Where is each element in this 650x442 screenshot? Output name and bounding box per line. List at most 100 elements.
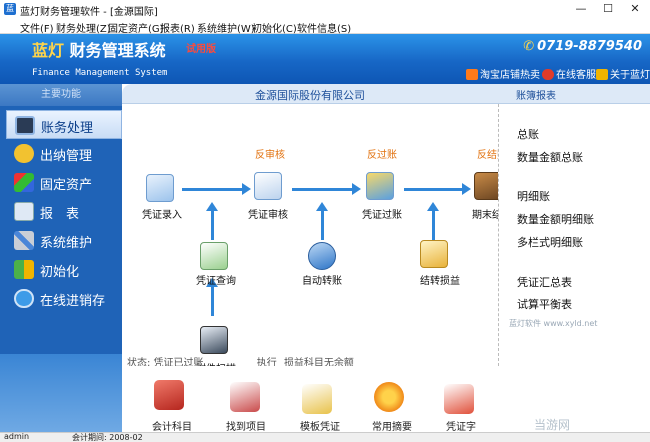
- current-user: admin: [4, 432, 30, 441]
- voucher-entry-label[interactable]: 凭证录入: [142, 206, 182, 221]
- report-qty-amount-general[interactable]: 数量金额总账: [517, 149, 583, 165]
- reports-panel: 总账 数量金额总账 明细账 数量金额明细账 多栏式明细账 凭证汇总表 试算平衡表…: [498, 104, 650, 366]
- flow-arrow: [211, 286, 214, 316]
- bottom-toolbar: 会计科目 找到项目 模板凭证 常用摘要 凭证字 当游网: [122, 366, 650, 433]
- title-bar: 蓝 蓝灯财务管理软件 - [金源国际] — ☐ ✕: [0, 0, 650, 18]
- sidebar-item-reports[interactable]: 报 表: [6, 197, 122, 226]
- flow-arrowhead: [462, 183, 471, 195]
- site-watermark: 当游网: [534, 418, 571, 432]
- flow-arrow: [211, 210, 214, 240]
- app-icon: 蓝: [4, 3, 16, 15]
- project-icon[interactable]: [230, 382, 260, 412]
- report-general-ledger[interactable]: 总账: [517, 126, 539, 142]
- sidebar-item-label: 固定资产: [40, 178, 93, 193]
- phone-text: 0719-8879540: [537, 39, 642, 54]
- minimize-button[interactable]: —: [568, 1, 594, 17]
- company-name: 金源国际股份有限公司: [255, 89, 365, 102]
- flow-arrow: [404, 188, 464, 191]
- flow-arrowhead: [427, 202, 439, 211]
- voucher-query-label[interactable]: 凭证查询: [196, 272, 236, 287]
- voucher-type-label[interactable]: 凭证字: [446, 418, 476, 433]
- header-banner: 蓝灯 财务管理系统 试用版 Finance Management System …: [0, 34, 650, 84]
- service-icon: [542, 69, 554, 80]
- close-button[interactable]: ✕: [622, 1, 648, 17]
- report-icon: [14, 202, 34, 221]
- menu-reports[interactable]: 报表(R): [160, 20, 195, 35]
- taobao-shop-link[interactable]: 淘宝店铺热卖: [466, 66, 540, 81]
- common-summary-label[interactable]: 常用摘要: [372, 418, 412, 433]
- report-multicolumn-detail[interactable]: 多栏式明细账: [517, 234, 583, 250]
- coins-icon: [14, 144, 34, 163]
- sidebar-item-label: 初始化: [40, 265, 80, 280]
- unaudit-link[interactable]: 反审核: [255, 146, 285, 161]
- menu-file[interactable]: 文件(F): [20, 20, 54, 35]
- sidebar-item-online-inventory[interactable]: 在线进销存: [6, 284, 122, 313]
- workflow-panel: 凭证录入 反审核 凭证审核 反过账 凭证过账 反结账 期末结账 凭证查询 自动转…: [122, 104, 512, 375]
- report-trial-balance[interactable]: 试算平衡表: [517, 296, 572, 312]
- report-voucher-summary[interactable]: 凭证汇总表: [517, 274, 572, 290]
- menu-fixed-assets[interactable]: 固定资产(G): [108, 20, 164, 35]
- trial-badge: 试用版: [186, 44, 216, 55]
- about-link[interactable]: 关于蓝灯: [596, 66, 650, 81]
- pl-transfer-icon[interactable]: [420, 240, 448, 268]
- online-service-label: 在线客服: [556, 70, 596, 81]
- menu-accounting[interactable]: 财务处理(Z): [56, 20, 111, 35]
- brand-logo: 蓝灯 财务管理系统: [32, 37, 166, 61]
- voucher-entry-icon[interactable]: [146, 174, 174, 202]
- phone-icon: ✆: [523, 39, 535, 54]
- sidebar-item-init[interactable]: 初始化: [6, 255, 122, 284]
- window-title: 蓝灯财务管理软件 - [金源国际]: [20, 7, 158, 18]
- accounts-label[interactable]: 会计科目: [152, 418, 192, 433]
- project-label[interactable]: 找到项目: [226, 418, 266, 433]
- pl-transfer-label[interactable]: 结转损益: [420, 272, 460, 287]
- menu-system[interactable]: 系统维护(W): [197, 20, 255, 35]
- brand-system: 财务管理系统: [69, 41, 166, 60]
- summary-flower-icon[interactable]: [374, 382, 404, 412]
- maximize-button[interactable]: ☐: [595, 1, 621, 17]
- reports-title: 账簿报表: [516, 91, 556, 102]
- monitor-icon: [15, 116, 35, 135]
- unpost-link[interactable]: 反过账: [367, 146, 397, 161]
- accounting-period: 会计期间: 2008-02: [72, 433, 143, 442]
- sidebar-item-system[interactable]: 系统维护: [6, 226, 122, 255]
- sidebar-item-label: 系统维护: [40, 236, 93, 251]
- scanner-icon[interactable]: [200, 326, 228, 354]
- sidebar-item-label: 账务处理: [41, 121, 94, 136]
- voucher-post-icon[interactable]: [366, 172, 394, 200]
- tools-icon: [14, 231, 34, 250]
- voucher-query-icon[interactable]: [200, 242, 228, 270]
- flow-arrow: [292, 188, 354, 191]
- sidebar-item-accounting[interactable]: 账务处理: [6, 110, 122, 139]
- sidebar-header: 主要功能: [0, 84, 122, 106]
- sidebar-item-cashier[interactable]: 出纳管理: [6, 139, 122, 168]
- watermark-text: 蓝灯软件 www.xyld.net: [509, 319, 598, 328]
- sidebar-item-label: 出纳管理: [40, 149, 93, 164]
- report-detail-ledger[interactable]: 明细账: [517, 188, 550, 204]
- voucher-audit-icon[interactable]: [254, 172, 282, 200]
- flow-arrowhead: [352, 183, 361, 195]
- voucher-post-label[interactable]: 凭证过账: [362, 206, 402, 221]
- online-service-link[interactable]: 在线客服: [542, 66, 596, 81]
- menu-software-info[interactable]: 软件信息(S): [297, 20, 351, 35]
- sidebar: 主要功能 账务处理 出纳管理 固定资产 报 表 系统维护 初始化 在线进销存: [0, 84, 122, 432]
- ie-icon: [14, 289, 34, 308]
- phone-number: ✆ 0719-8879540: [523, 39, 642, 54]
- shop-icon: [466, 69, 478, 80]
- puzzle-icon: [14, 260, 34, 279]
- auto-transfer-icon[interactable]: [308, 242, 336, 270]
- report-qty-amount-detail[interactable]: 数量金额明细账: [517, 211, 594, 227]
- sidebar-item-fixed-assets[interactable]: 固定资产: [6, 168, 122, 197]
- voucher-audit-label[interactable]: 凭证审核: [248, 206, 288, 221]
- company-header: 金源国际股份有限公司: [122, 84, 498, 104]
- reports-header: 账簿报表: [498, 84, 650, 104]
- template-voucher-label[interactable]: 模板凭证: [300, 418, 340, 433]
- voucher-type-icon[interactable]: [444, 384, 474, 414]
- home-icon: [596, 69, 608, 80]
- sidebar-item-label: 报 表: [40, 207, 80, 222]
- template-voucher-icon[interactable]: [302, 384, 332, 414]
- flow-arrow: [432, 210, 435, 240]
- auto-transfer-label[interactable]: 自动转账: [302, 272, 342, 287]
- accounts-icon[interactable]: [154, 380, 184, 410]
- flow-arrow: [321, 210, 324, 240]
- menu-init[interactable]: 初始化(C): [252, 20, 297, 35]
